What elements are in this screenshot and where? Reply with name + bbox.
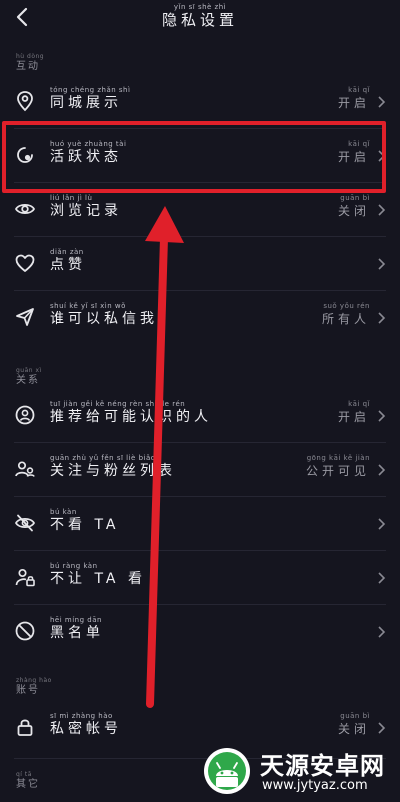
watermark: 天源安卓网 www.jytyaz.com xyxy=(196,740,400,802)
watermark-name: 天源安卓网 xyxy=(260,752,385,780)
watermark-url: www.jytyaz.com xyxy=(262,778,368,793)
android-logo-icon xyxy=(204,748,250,794)
annotation-arrow-icon xyxy=(145,206,184,708)
